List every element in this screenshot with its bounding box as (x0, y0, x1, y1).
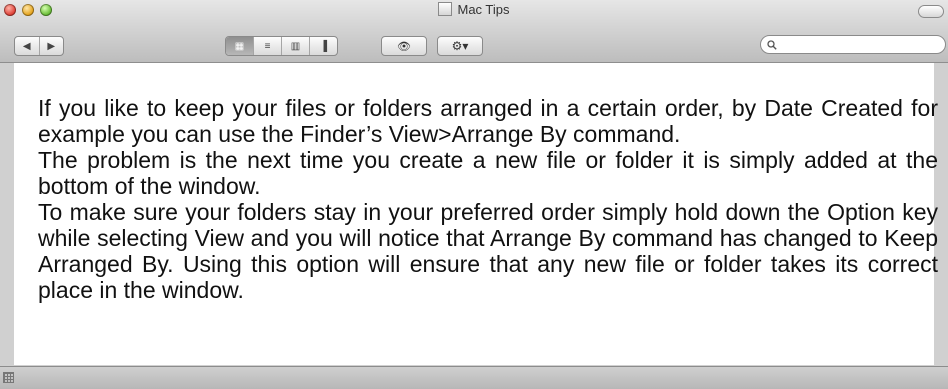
gear-icon: ⚙▾ (451, 39, 469, 53)
search-icon (767, 39, 777, 50)
search-input[interactable] (779, 37, 943, 52)
forward-button[interactable]: ▶ (40, 37, 64, 55)
eye-icon: 👁 (397, 40, 411, 53)
back-forward-control: ◀ ▶ (14, 36, 64, 56)
toolbar-toggle-button[interactable] (918, 5, 944, 18)
coverflow-view-button[interactable]: ▐ (310, 37, 337, 55)
back-button[interactable]: ◀ (15, 37, 40, 55)
search-field[interactable] (760, 35, 946, 54)
grid-icon (3, 372, 14, 383)
back-arrow-icon: ◀ (22, 40, 31, 52)
column-view-button[interactable]: ▥ (282, 37, 310, 55)
tip-paragraph-1: If you like to keep your files or folder… (38, 95, 938, 147)
list-view-icon: ≡ (264, 40, 271, 52)
finder-window: Mac Tips ◀ ▶ ▦ ≡ ▥ ▐ 👁 ⚙▾ If you like to… (0, 0, 948, 389)
forward-arrow-icon: ▶ (47, 40, 56, 52)
icon-view-button[interactable]: ▦ (226, 37, 254, 55)
tip-text: If you like to keep your files or folder… (38, 95, 938, 303)
tip-paragraph-2: The problem is the next time you create … (38, 147, 938, 199)
titlebar: Mac Tips ◀ ▶ ▦ ≡ ▥ ▐ 👁 ⚙▾ (0, 0, 948, 63)
document-icon (438, 2, 453, 16)
action-menu-button[interactable]: ⚙▾ (437, 36, 483, 56)
column-view-icon: ▥ (290, 40, 301, 52)
view-mode-control: ▦ ≡ ▥ ▐ (225, 36, 338, 56)
status-bar (0, 366, 948, 389)
list-view-button[interactable]: ≡ (254, 37, 282, 55)
window-title-text: Mac Tips (457, 2, 510, 17)
window-content: If you like to keep your files or folder… (14, 63, 938, 365)
tip-paragraph-3: To make sure your folders stay in your p… (38, 199, 938, 303)
window-title: Mac Tips (0, 2, 948, 17)
icon-view-icon: ▦ (234, 40, 245, 52)
quick-look-button[interactable]: 👁 (381, 36, 427, 56)
coverflow-view-icon: ▐ (319, 40, 328, 52)
